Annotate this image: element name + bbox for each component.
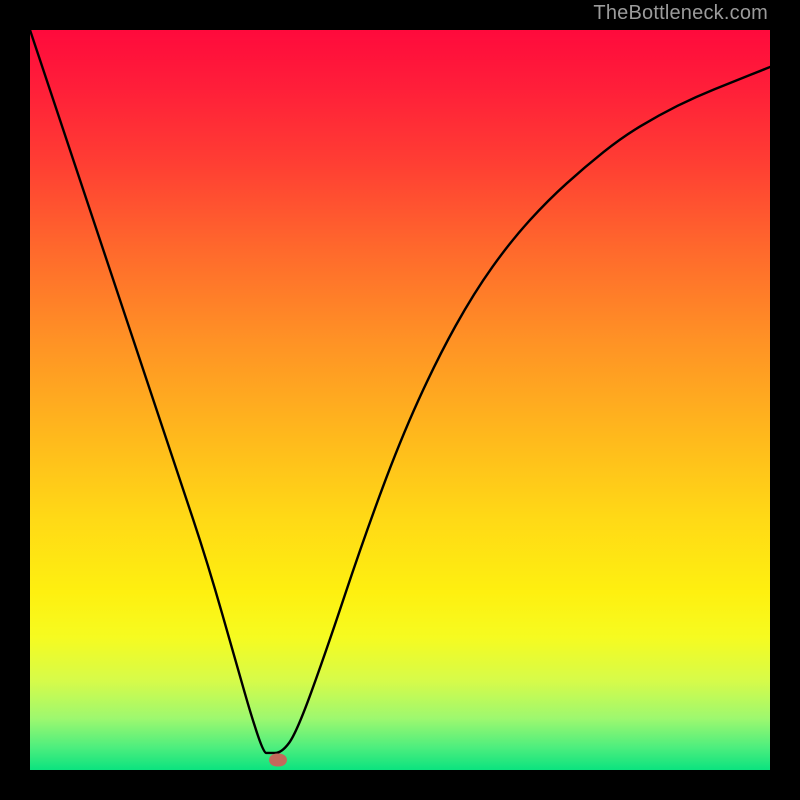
bottleneck-curve [30, 30, 770, 753]
watermark-text: TheBottleneck.com [593, 2, 768, 25]
plot-area [30, 30, 770, 770]
curve-layer [30, 30, 770, 770]
minimum-marker [269, 753, 287, 766]
chart-stage: TheBottleneck.com [0, 0, 800, 800]
